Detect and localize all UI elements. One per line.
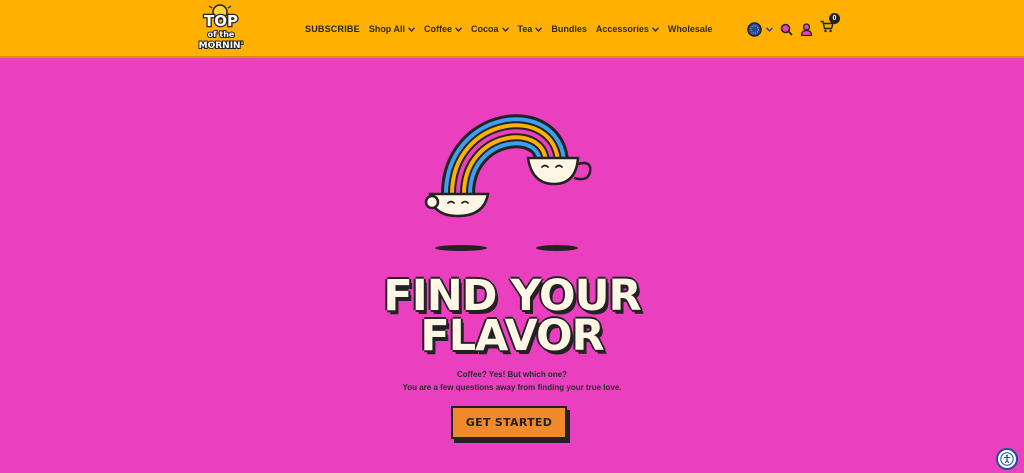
nav-cocoa[interactable]: Cocoa	[471, 24, 509, 34]
get-started-button[interactable]: GET STARTED	[451, 406, 567, 439]
chevron-down-icon	[407, 26, 415, 32]
svg-text:of the: of the	[208, 30, 235, 39]
svg-text:MORNIN': MORNIN'	[199, 41, 244, 51]
hero-title-line1: FIND YOUR	[383, 271, 641, 321]
cart-button[interactable]: 0	[820, 13, 840, 38]
svg-text:TOP: TOP	[204, 12, 238, 30]
nav-label: Bundles	[551, 24, 587, 34]
main-nav: SUBSCRIBE Shop All Coffee Cocoa Tea Bund…	[305, 0, 712, 58]
chevron-down-icon	[651, 26, 659, 32]
site-header: TOP of the MORNIN' SUBSCRIBE Shop All Co…	[0, 0, 1024, 58]
chevron-down-icon[interactable]	[766, 26, 773, 32]
header-icons: 0	[747, 13, 840, 38]
nav-label: Cocoa	[471, 24, 499, 34]
search-icon[interactable]	[780, 23, 793, 36]
nav-label: SUBSCRIBE	[305, 24, 360, 34]
hero-title-line2: FLAVOR	[420, 311, 604, 361]
nav-label: Coffee	[423, 24, 452, 34]
accessibility-button[interactable]	[996, 448, 1018, 470]
nav-tea[interactable]: Tea	[518, 24, 543, 34]
hero-section: FIND YOUR FLAVOR Coffee? Yes! But which …	[0, 58, 1024, 473]
nav-label: Shop All	[368, 24, 405, 34]
account-icon[interactable]	[800, 22, 813, 36]
chevron-down-icon	[455, 26, 462, 32]
hero-subtitle-line2: You are a few questions away from findin…	[402, 383, 622, 392]
hero-subtitle-line1: Coffee? Yes! But which one?	[456, 370, 568, 379]
nav-label: Wholesale	[667, 24, 713, 34]
rainbow-cups-illustration	[424, 114, 592, 251]
nav-subscribe[interactable]: SUBSCRIBE	[305, 24, 360, 34]
nav-coffee[interactable]: Coffee	[424, 24, 462, 34]
globe-icon[interactable]	[747, 21, 762, 37]
accessibility-icon	[1000, 452, 1014, 466]
chevron-down-icon	[501, 26, 509, 32]
nav-label: Accessories	[595, 24, 649, 34]
hero-title: FIND YOUR FLAVOR	[0, 271, 1024, 361]
nav-accessories[interactable]: Accessories	[596, 24, 659, 34]
nav-shop-all[interactable]: Shop All	[369, 24, 415, 34]
brand-logo[interactable]: TOP of the MORNIN'	[196, 4, 246, 52]
nav-bundles[interactable]: Bundles	[551, 24, 587, 34]
cart-count-badge: 0	[829, 13, 840, 24]
chevron-down-icon	[535, 26, 543, 32]
nav-label: Tea	[517, 24, 533, 34]
nav-wholesale[interactable]: Wholesale	[668, 24, 713, 34]
